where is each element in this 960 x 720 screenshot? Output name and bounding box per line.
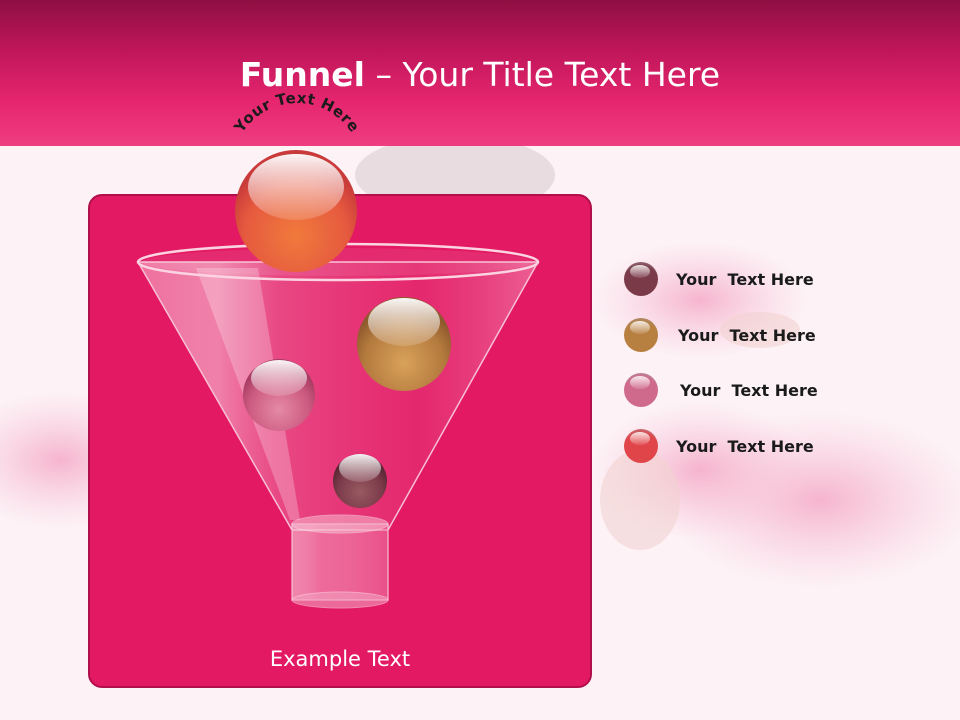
funnel-ball-pink [243, 359, 315, 431]
legend-item-4: Your Text Here [624, 429, 814, 463]
funnel-ball-top [235, 150, 357, 272]
funnel-diagram: Your Text Here [136, 89, 540, 609]
legend-ball-4 [624, 429, 658, 463]
funnel-ball-gold [357, 297, 451, 391]
legend-label-2: Your Text Here [678, 325, 816, 345]
legend-label-4: Your Text Here [676, 436, 814, 456]
slide: Funnel – Your Title Text Here Your Text … [0, 0, 960, 720]
legend-label-1: Your Text Here [676, 269, 814, 289]
legend-item-2: Your Text Here [624, 318, 816, 352]
arc-text-path: Your Text Here [230, 89, 363, 137]
legend-ball-2 [624, 318, 658, 352]
funnel-ball-brown [333, 454, 387, 508]
legend-ball-1 [624, 262, 658, 296]
funnel-tube [291, 523, 389, 601]
arc-text: Your Text Here [230, 89, 363, 137]
legend-ball-3 [624, 373, 658, 407]
legend-label-3: Your Text Here [680, 380, 818, 400]
panel-caption: Example Text [269, 647, 411, 671]
legend-item-1: Your Text Here [624, 262, 814, 296]
legend-item-3: Your Text Here [624, 373, 818, 407]
